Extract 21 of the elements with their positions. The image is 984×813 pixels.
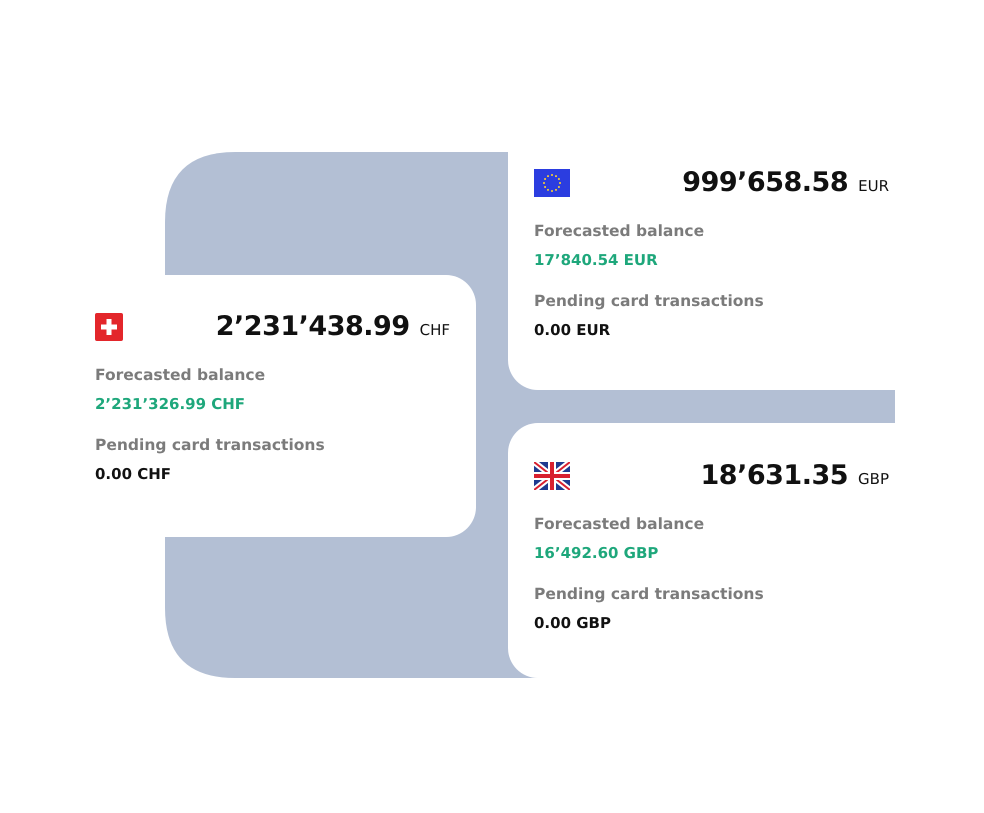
forecast-value: 16’492.60 GBP xyxy=(534,544,658,562)
forecast-label: Forecasted balance xyxy=(534,222,704,240)
currency-code: GBP xyxy=(858,468,889,488)
eu-flag-icon xyxy=(534,168,570,196)
forecast-label: Forecasted balance xyxy=(534,515,704,533)
forecast-value: 17’840.54 EUR xyxy=(534,251,658,269)
pending-value: 0.00 EUR xyxy=(534,321,610,339)
balance-amount: 999’658.58 xyxy=(682,167,848,198)
swiss-flag-icon xyxy=(95,312,123,340)
pending-label: Pending card transactions xyxy=(534,292,764,310)
pending-label: Pending card transactions xyxy=(95,436,325,454)
balance-amount: 18’631.35 xyxy=(700,460,848,491)
pending-label: Pending card transactions xyxy=(534,585,764,603)
currency-code: CHF xyxy=(420,320,450,338)
forecast-value: 2’231’326.99 CHF xyxy=(95,395,246,413)
currency-code: EUR xyxy=(858,176,889,194)
balance-amount: 2’231’438.99 xyxy=(216,311,410,342)
forecast-label: Forecasted balance xyxy=(95,366,266,384)
uk-flag-icon xyxy=(534,462,570,490)
pending-value: 0.00 CHF xyxy=(95,465,172,483)
pending-value: 0.00 GBP xyxy=(534,614,611,632)
